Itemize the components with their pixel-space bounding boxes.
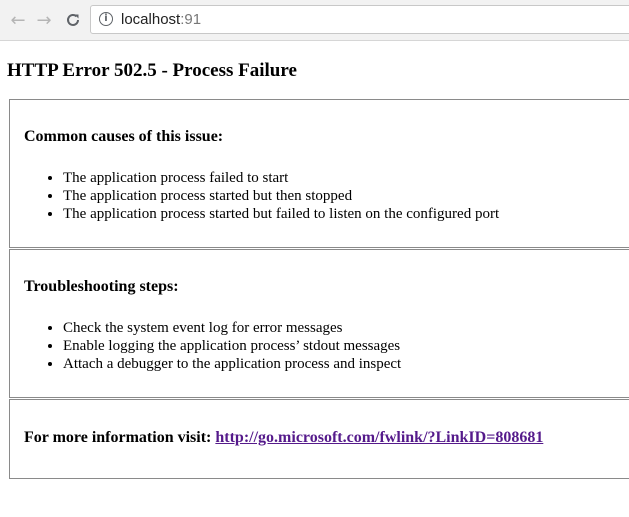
more-info-panel: For more information visit: http://go.mi… bbox=[9, 399, 629, 479]
list-item: The application process failed to start bbox=[63, 169, 499, 187]
back-arrow-icon[interactable]: ← bbox=[7, 9, 29, 31]
browser-toolbar: ← → i localhost:91 bbox=[0, 0, 629, 41]
info-icon[interactable]: i bbox=[99, 12, 113, 26]
list-item: The application process started but then… bbox=[63, 187, 499, 205]
list-item: Enable logging the application process’ … bbox=[63, 337, 401, 355]
list-item: Check the system event log for error mes… bbox=[63, 319, 401, 337]
common-causes-panel: Common causes of this issue: The applica… bbox=[9, 99, 629, 248]
list-item: The application process started but fail… bbox=[63, 205, 499, 223]
page-title: HTTP Error 502.5 - Process Failure bbox=[7, 60, 297, 81]
url-text[interactable]: localhost:91 bbox=[121, 11, 201, 28]
list-item: Attach a debugger to the application pro… bbox=[63, 355, 401, 373]
address-bar[interactable]: i localhost:91 bbox=[90, 5, 629, 34]
causes-heading: Common causes of this issue: bbox=[24, 128, 224, 145]
steps-list: Check the system event log for error mes… bbox=[24, 319, 401, 373]
url-host: localhost bbox=[121, 11, 181, 28]
forward-arrow-icon[interactable]: → bbox=[33, 9, 55, 31]
reload-icon[interactable] bbox=[62, 9, 84, 31]
troubleshooting-panel: Troubleshooting steps: Check the system … bbox=[9, 249, 629, 398]
steps-heading: Troubleshooting steps: bbox=[24, 278, 179, 295]
more-info-label: For more information visit: bbox=[24, 429, 216, 446]
more-info-link[interactable]: http://go.microsoft.com/fwlink/?LinkID=8… bbox=[215, 429, 543, 446]
more-info-heading: For more information visit: http://go.mi… bbox=[24, 429, 543, 447]
causes-list: The application process failed to start … bbox=[24, 169, 499, 223]
url-port: :91 bbox=[180, 11, 202, 28]
